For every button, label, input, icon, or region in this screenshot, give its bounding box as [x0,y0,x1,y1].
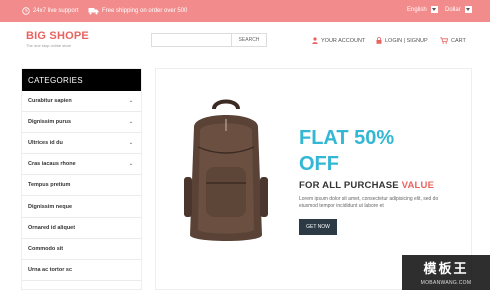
categories-title: CATEGORIES [22,69,141,91]
lock-icon [376,37,382,44]
clock-icon [22,7,30,15]
promo-subheadline-accent: VALUE [401,180,435,191]
category-item[interactable]: Tempus pretium [22,175,141,197]
currency-value: Dollar [445,6,461,13]
cart-label: CART [451,37,466,44]
backpack-image [184,99,268,241]
top-bar: 24x7 live support Free shipping on order… [0,0,490,22]
search-input[interactable] [152,34,231,46]
promo-subheadline-text: FOR ALL PURCHASE [299,180,399,191]
category-label: Cras iacaus rhone [28,161,76,168]
category-label: Commodo sit [28,245,64,252]
chevron-down-icon [464,6,472,13]
promo-subheadline: FOR ALL PURCHASE VALUE [299,180,434,191]
truck-icon [88,8,99,15]
category-item[interactable]: Commodo sit [22,239,141,260]
category-label: Dignissim purus [28,119,72,126]
category-item[interactable]: Dignissim neque [22,196,141,218]
login-link[interactable]: LOGIN | SIGNUP [376,37,428,44]
support-text: 24x7 live support [33,8,79,14]
category-item[interactable]: Cras iacaus rhone ⌄ [22,154,141,176]
category-label: Ultrices id du [28,140,63,147]
category-label: Tempus pretium [28,182,71,189]
watermark-logo-text: 模板王 [423,261,469,276]
category-item[interactable]: Urna ac tortor sc [22,260,141,281]
category-item[interactable]: Ornared id aliquet [22,218,141,239]
chevron-down-icon: ⌄ [128,119,134,126]
promo-headline-line1: FLAT 50% [299,127,395,149]
language-select[interactable]: English [407,6,438,13]
account-link[interactable]: YOUR ACCOUNT [312,37,365,44]
category-item[interactable]: Ultrices id du ⌄ [22,133,141,155]
chevron-down-icon [430,6,438,13]
promo-headline-line2: OFF [299,153,339,175]
watermark: 模板王 MOBANWANG.COM [402,255,490,290]
chevron-down-icon: ⌄ [128,140,134,147]
shipping-info: Free shipping on order over 500 [88,7,187,15]
cart-icon [440,37,448,44]
user-icon [312,37,318,44]
promo-description: Lorem ipsum dolor sit amet, consectetur … [299,196,439,209]
support-info: 24x7 live support [22,7,78,15]
search-button[interactable]: SEARCH [231,34,266,46]
category-item[interactable]: Curabitur sapien ⌄ [22,91,141,113]
site-header: BIG SHOPE The one stop online store SEAR… [0,22,490,60]
categories-sidebar: CATEGORIES Curabitur sapien ⌄ Dignissim … [21,68,142,290]
category-item[interactable]: Dignissim purus ⌄ [22,112,141,134]
login-label: LOGIN | SIGNUP [385,37,428,44]
account-label: YOUR ACCOUNT [321,37,366,44]
watermark-url: MOBANWANG.COM [420,280,472,286]
cart-link[interactable]: CART [440,37,466,44]
chevron-down-icon: ⌄ [128,98,134,105]
site-tagline: The one stop online store [26,43,72,48]
get-now-button[interactable]: GET NOW [299,219,337,235]
category-label: Urna ac tortor sc [28,266,73,273]
search-bar: SEARCH [151,33,267,47]
category-label: Ornared id aliquet [28,224,76,231]
chevron-down-icon: ⌄ [128,161,134,168]
shipping-text: Free shipping on order over 500 [102,8,188,14]
language-value: English [407,6,427,13]
site-logo[interactable]: BIG SHOPE [26,30,89,42]
category-label: Curabitur sapien [28,98,72,105]
category-label: Dignissim neque [28,203,73,210]
currency-select[interactable]: Dollar [445,6,472,13]
promo-headline: FLAT 50% OFF [299,125,394,177]
